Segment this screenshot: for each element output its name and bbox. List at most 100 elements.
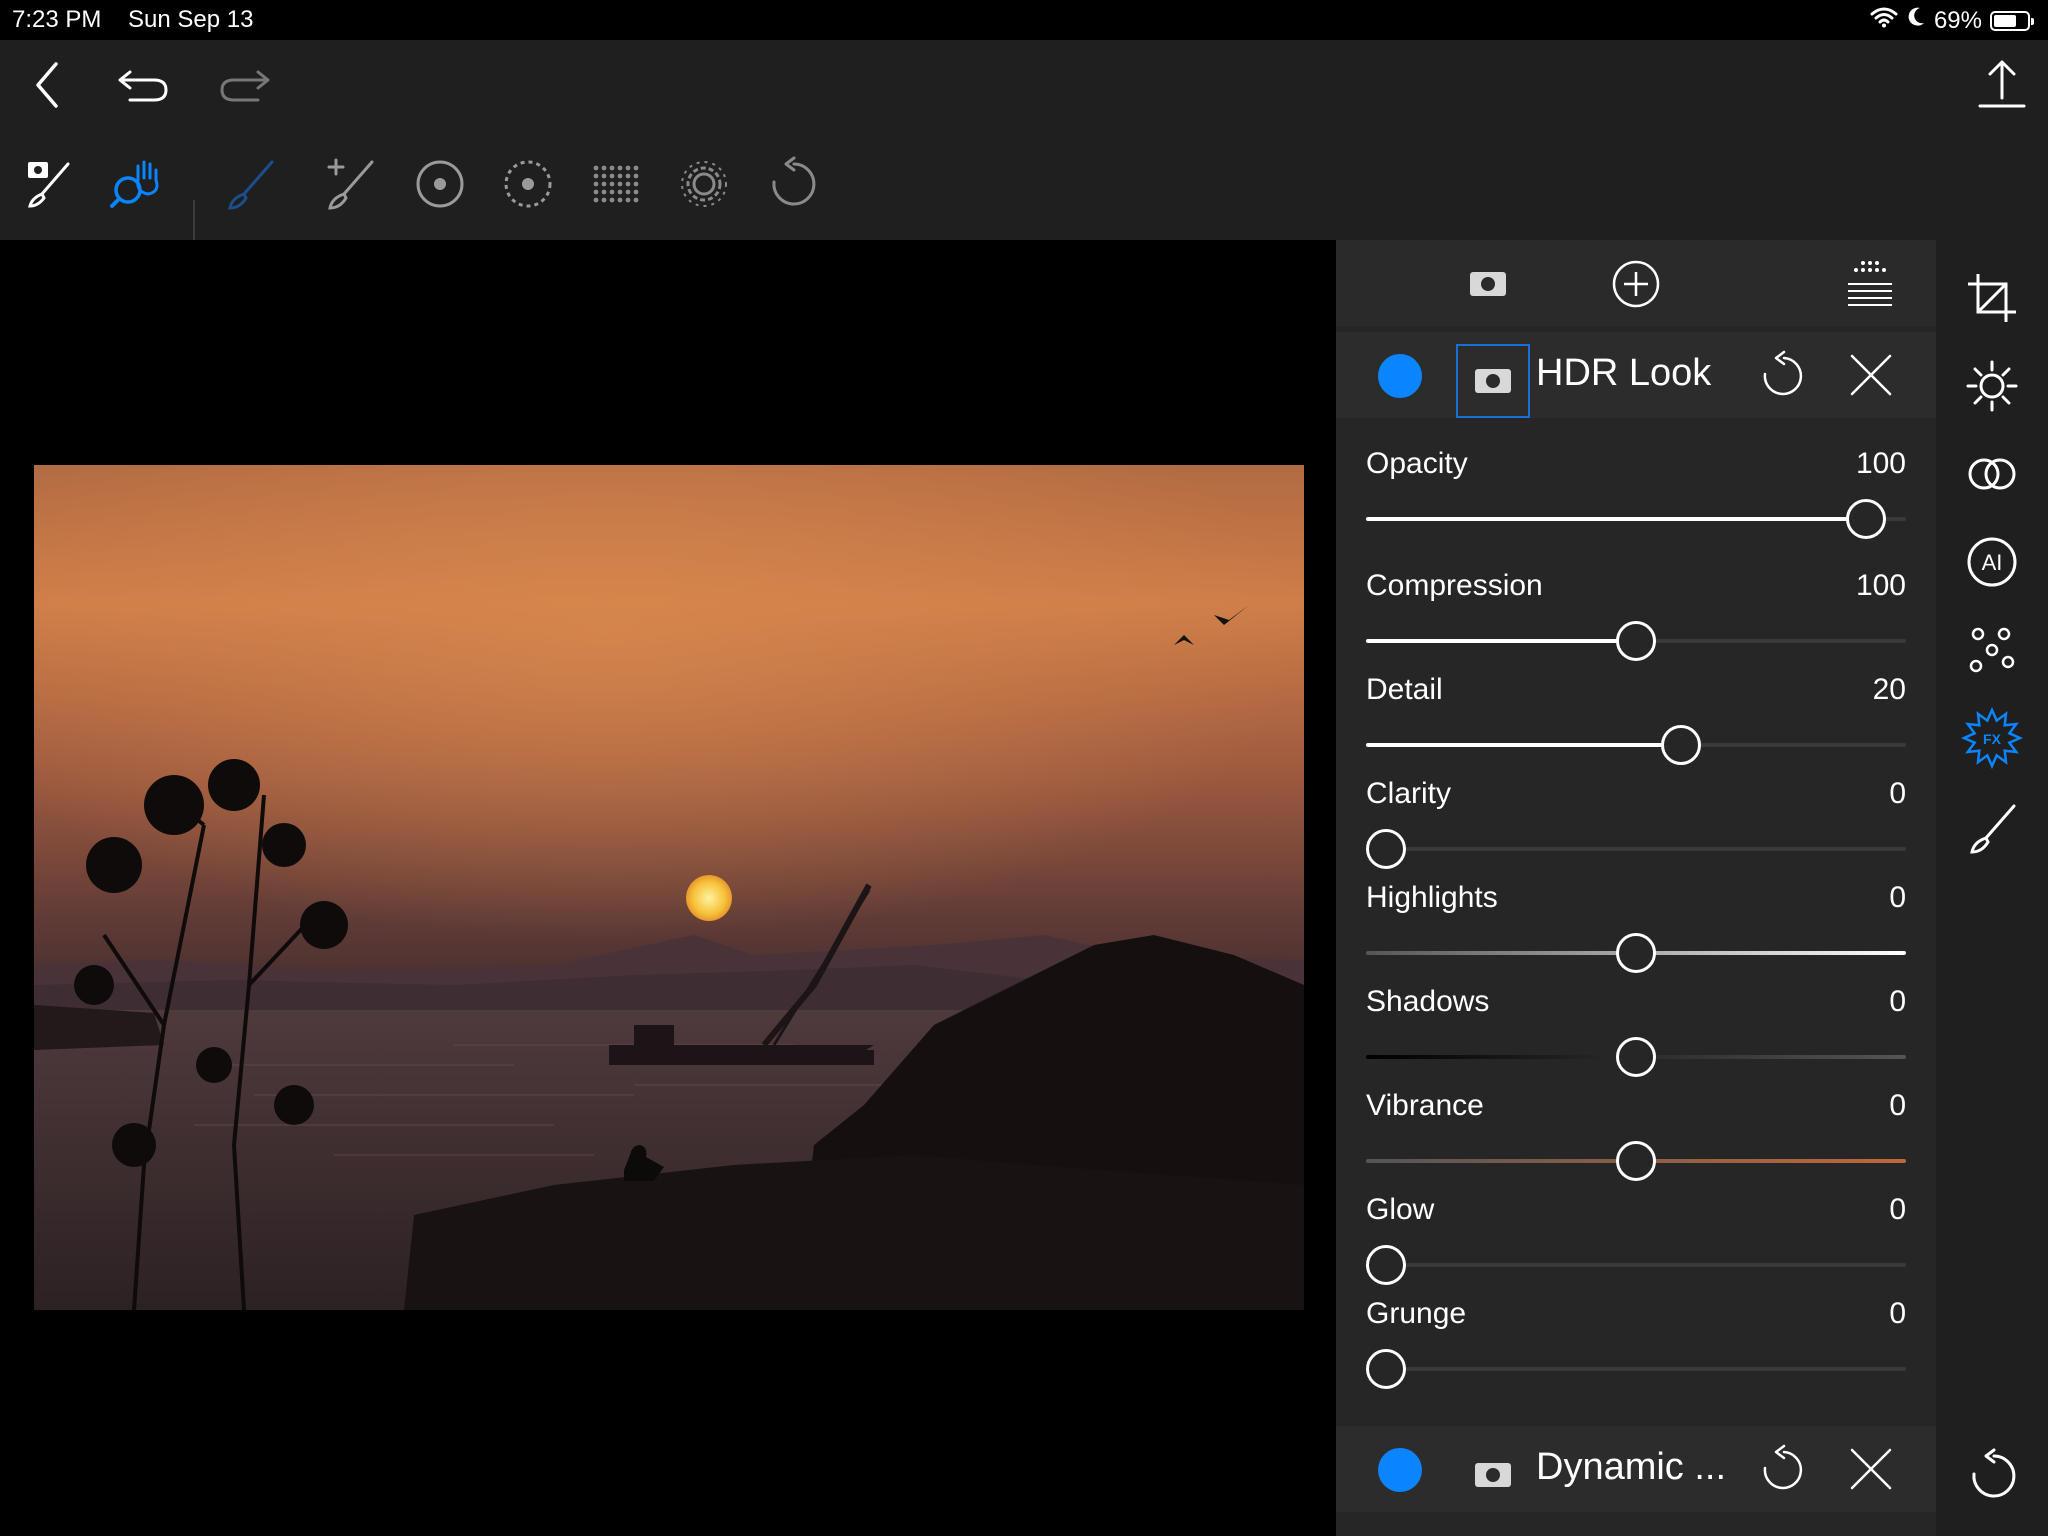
layer-stack-dot bbox=[1854, 268, 1858, 272]
battery-percent: 69% bbox=[1933, 6, 1982, 34]
reset-layer-icon[interactable] bbox=[1756, 1444, 1806, 1494]
slider-shadows[interactable]: Shadows 0 bbox=[1366, 985, 1906, 1085]
close-layer-icon[interactable] bbox=[1846, 1444, 1896, 1494]
ai-icon[interactable]: AI bbox=[1964, 534, 2020, 590]
layer-visibility-toggle[interactable] bbox=[1378, 354, 1422, 398]
dot-grid-dot bbox=[593, 165, 599, 171]
mask-icon bbox=[1475, 369, 1511, 393]
redo-icon[interactable] bbox=[216, 64, 272, 108]
reset-rotate-icon[interactable] bbox=[764, 156, 820, 212]
slider-label: Highlights bbox=[1366, 881, 1498, 914]
panel-header bbox=[1336, 240, 1936, 326]
slider-knob[interactable] bbox=[1846, 499, 1886, 539]
slider-value: 100 bbox=[1855, 447, 1906, 480]
slider-value: 0 bbox=[1889, 985, 1906, 1018]
slider-track[interactable] bbox=[1366, 1263, 1906, 1267]
add-layer-icon[interactable] bbox=[1610, 258, 1662, 310]
crop-icon[interactable] bbox=[1964, 270, 2020, 326]
dot-grid-dot bbox=[633, 181, 639, 187]
slider-knob[interactable] bbox=[1616, 933, 1656, 973]
slider-value: 0 bbox=[1889, 881, 1906, 914]
slider-glow[interactable]: Glow 0 bbox=[1366, 1193, 1906, 1293]
dot-grid-dot bbox=[593, 173, 599, 179]
details-dots-icon[interactable] bbox=[1964, 622, 2020, 678]
layer-stack-dot bbox=[1861, 268, 1865, 272]
dot-grid-dot bbox=[625, 173, 631, 179]
brush-icon[interactable] bbox=[222, 156, 278, 212]
mask-icon[interactable] bbox=[1466, 262, 1510, 306]
dot-grid-dot bbox=[593, 197, 599, 203]
wifi-icon bbox=[1870, 6, 1898, 35]
light-adjust-icon[interactable] bbox=[1964, 358, 2020, 414]
slider-opacity[interactable]: Opacity 100 bbox=[1366, 447, 1906, 547]
dot-grid-dot bbox=[617, 165, 623, 171]
slider-fill bbox=[1366, 517, 1866, 521]
layer-stack-icon[interactable] bbox=[1844, 258, 1896, 310]
dot-grid-dot bbox=[609, 165, 615, 171]
dot-grid-dot bbox=[625, 165, 631, 171]
image-canvas[interactable] bbox=[0, 240, 1336, 1536]
slider-knob[interactable] bbox=[1661, 725, 1701, 765]
layer-visibility-toggle[interactable] bbox=[1378, 1448, 1422, 1492]
status-bar: 7:23 PM Sun Sep 13 69% bbox=[0, 0, 2048, 40]
radial-feather-icon[interactable] bbox=[500, 156, 556, 212]
retouch-brush-icon[interactable] bbox=[1964, 800, 2020, 856]
slider-track[interactable] bbox=[1366, 1367, 1906, 1371]
zoom-pan-hand-icon[interactable] bbox=[108, 156, 164, 212]
back-chevron-icon[interactable] bbox=[22, 60, 72, 110]
slider-grunge[interactable]: Grunge 0 bbox=[1366, 1297, 1906, 1397]
slider-highlights[interactable]: Highlights 0 bbox=[1366, 881, 1906, 981]
layer-row-hdr-look[interactable]: HDR Look bbox=[1336, 332, 1936, 418]
slider-label: Opacity bbox=[1366, 447, 1468, 480]
slider-vibrance[interactable]: Vibrance 0 bbox=[1366, 1089, 1906, 1189]
layer-stack-dot bbox=[1868, 261, 1872, 265]
layer-name[interactable]: Dynamic ... bbox=[1536, 1446, 1726, 1489]
slider-knob[interactable] bbox=[1616, 1037, 1656, 1077]
adjustments-panel: HDR Look Opacity 100 Compression 100 Det… bbox=[1336, 240, 1936, 1536]
reset-layer-icon[interactable] bbox=[1756, 350, 1806, 400]
share-export-icon[interactable] bbox=[1976, 58, 2028, 112]
settings-gear-icon[interactable] bbox=[676, 156, 732, 212]
dot-grid-dot bbox=[593, 181, 599, 187]
tool-rail: AI FX bbox=[1936, 240, 2048, 1536]
slider-detail[interactable]: Detail 20 bbox=[1366, 673, 1906, 773]
slider-knob[interactable] bbox=[1366, 829, 1406, 869]
layer-mask-thumbnail[interactable] bbox=[1456, 344, 1530, 418]
layer-mask-thumbnail[interactable] bbox=[1456, 1438, 1530, 1512]
slider-track[interactable] bbox=[1366, 847, 1906, 851]
slider-knob[interactable] bbox=[1616, 621, 1656, 661]
slider-knob[interactable] bbox=[1366, 1245, 1406, 1285]
slider-track[interactable] bbox=[1366, 517, 1906, 521]
dot-grid-dot bbox=[601, 181, 607, 187]
layer-row-dynamic[interactable]: Dynamic ... bbox=[1336, 1426, 1936, 1512]
color-icon[interactable] bbox=[1964, 446, 2020, 502]
dot-grid-dot bbox=[609, 189, 615, 195]
slider-label: Compression bbox=[1366, 569, 1543, 602]
radial-gradient-icon[interactable] bbox=[412, 156, 468, 212]
dot-grid-dot bbox=[633, 173, 639, 179]
close-layer-icon[interactable] bbox=[1846, 350, 1896, 400]
mask-brush-icon[interactable] bbox=[22, 156, 78, 212]
sunset-photo[interactable] bbox=[34, 465, 1304, 1310]
layer-name[interactable]: HDR Look bbox=[1536, 352, 1711, 395]
fx-effects-icon[interactable]: FX bbox=[1960, 706, 2024, 770]
battery-icon bbox=[1990, 10, 2034, 31]
slider-knob[interactable] bbox=[1366, 1349, 1406, 1389]
dot-grid-dot bbox=[633, 189, 639, 195]
add-brush-icon[interactable] bbox=[322, 156, 378, 212]
slider-label: Grunge bbox=[1366, 1297, 1467, 1330]
slider-value: 0 bbox=[1889, 1193, 1906, 1226]
slider-track[interactable] bbox=[1366, 743, 1906, 747]
slider-value: 0 bbox=[1889, 777, 1906, 810]
sunset-photo-image bbox=[34, 465, 1304, 1310]
slider-knob[interactable] bbox=[1616, 1141, 1656, 1181]
reset-icon[interactable] bbox=[1964, 1448, 2020, 1504]
dot-grid-icon[interactable] bbox=[588, 156, 644, 212]
slider-clarity[interactable]: Clarity 0 bbox=[1366, 777, 1906, 877]
layer-stack-dot bbox=[1861, 261, 1865, 265]
top-toolbar bbox=[0, 40, 2048, 248]
slider-compression[interactable]: Compression 100 bbox=[1366, 569, 1906, 669]
slider-value: 100 bbox=[1855, 569, 1906, 602]
undo-icon[interactable] bbox=[116, 64, 172, 108]
slider-label: Vibrance bbox=[1366, 1089, 1484, 1122]
